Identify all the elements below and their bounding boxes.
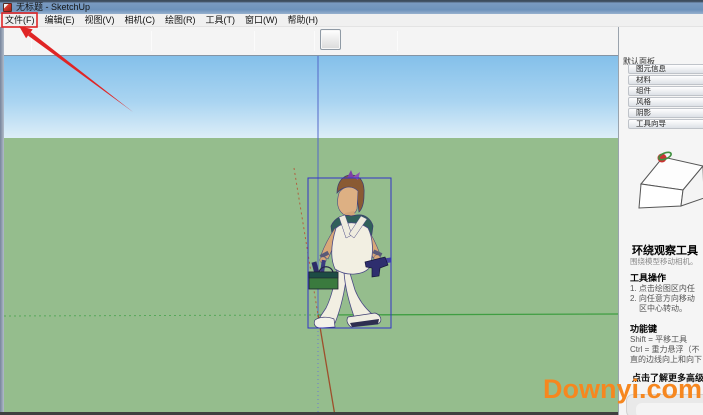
- menu-item-window[interactable]: 窗口(W): [240, 14, 283, 27]
- model-scene: [4, 56, 618, 412]
- menu-item-draw[interactable]: 绘图(R): [160, 14, 201, 27]
- toolbar-separator: [314, 31, 315, 51]
- section-materials[interactable]: 材料: [628, 75, 703, 85]
- menu-item-file[interactable]: 文件(F): [0, 14, 40, 27]
- downyi-watermark: Downyi.com: [543, 374, 702, 405]
- window-title: 无标题 - SketchUp: [16, 0, 90, 14]
- toolbar-separator: [151, 31, 152, 51]
- instructor-subtitle: 围绕模型移动相机。: [630, 256, 698, 267]
- section-styles[interactable]: 风格: [628, 97, 703, 107]
- title-bar: 无标题 - SketchUp: [0, 0, 703, 14]
- toolbar: [0, 27, 703, 55]
- person-figure[interactable]: [309, 170, 391, 328]
- menu-item-tools[interactable]: 工具(T): [201, 14, 241, 27]
- instructor-step-2-cont: 区中心转动。: [639, 303, 687, 314]
- drawing-canvas[interactable]: [4, 55, 618, 412]
- sketchup-app-icon: [3, 3, 12, 12]
- toolbar-separator: [397, 31, 398, 51]
- window-left-frame: [0, 27, 4, 415]
- toolbar-separator: [31, 31, 32, 51]
- default-panel: 默认面板 图元信息 材料 组件 风格 阴影 工具向导 环绕观察工具 围绕模型移动…: [618, 27, 703, 415]
- menu-bar: 文件(F) 编辑(E) 视图(V) 相机(C) 绘图(R) 工具(T) 窗口(W…: [0, 14, 703, 27]
- toolbar-tool-button[interactable]: [320, 29, 341, 50]
- menu-item-edit[interactable]: 编辑(E): [40, 14, 80, 27]
- axes: [4, 56, 618, 412]
- sketchup-window: 无标题 - SketchUp 文件(F) 编辑(E) 视图(V) 相机(C) 绘…: [0, 0, 703, 415]
- toolbar-separator: [254, 31, 255, 51]
- menu-item-view[interactable]: 视图(V): [80, 14, 120, 27]
- section-instructor[interactable]: 工具向导: [628, 119, 703, 129]
- menu-item-camera[interactable]: 相机(C): [120, 14, 161, 27]
- section-entity-info[interactable]: 图元信息: [628, 64, 703, 74]
- instructor-ctrl-key-cont: 直的边线向上和向下: [630, 354, 702, 365]
- menu-item-help[interactable]: 帮助(H): [283, 14, 324, 27]
- panel-section-list: 图元信息 材料 组件 风格 阴影 工具向导: [628, 64, 703, 130]
- section-shadows[interactable]: 阴影: [628, 108, 703, 118]
- section-components[interactable]: 组件: [628, 86, 703, 96]
- orbit-tool-illustration: [631, 140, 703, 213]
